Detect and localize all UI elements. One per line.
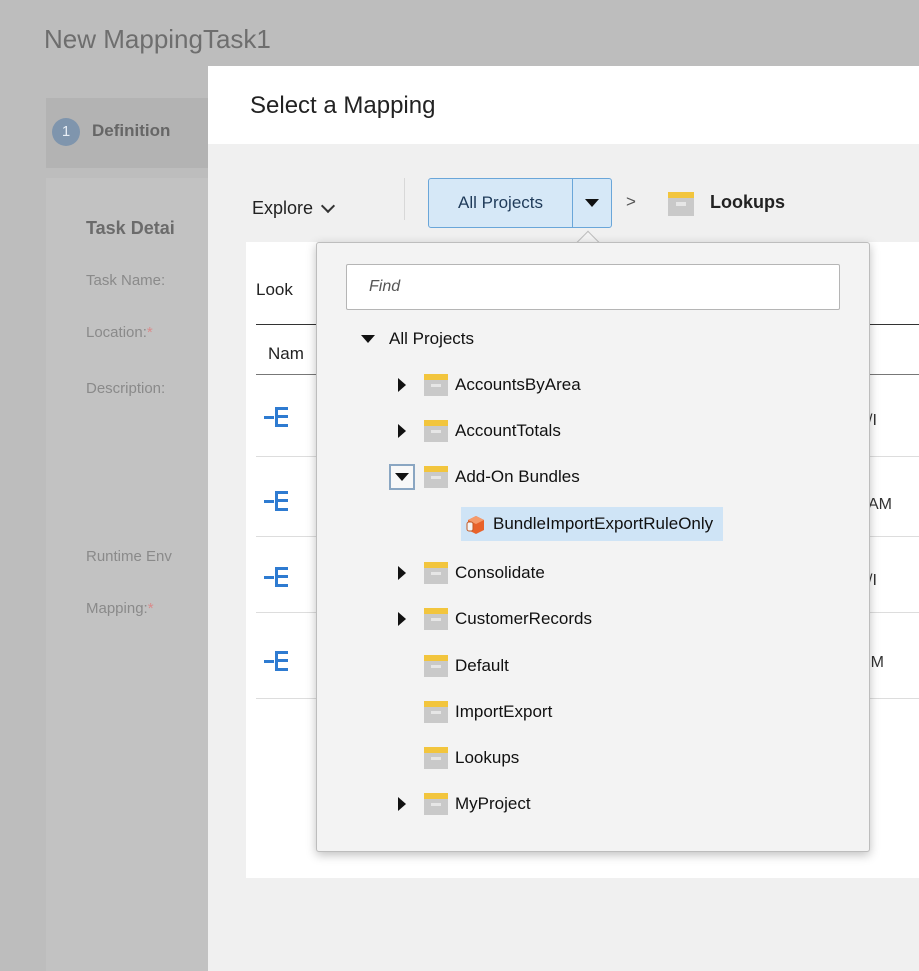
folder-icon [424,466,448,488]
tree-item-bundleimportexportruleonly[interactable]: BundleImportExportRuleOnly [461,507,724,541]
tree-item-accountsbyarea[interactable]: AccountsByArea [389,368,581,402]
mapping-icon [264,567,288,587]
tree-item-label: All Projects [389,329,475,348]
caret-right-icon [398,378,406,392]
folder-icon [424,420,448,442]
tree-item-label: Add-On Bundles [455,467,580,486]
tree-item-label: Consolidate [455,563,545,582]
caret-right-icon [398,566,406,580]
expand-toggle[interactable] [389,791,415,817]
explore-dropdown[interactable]: Explore [252,198,336,219]
tree-item-lookups[interactable]: Lookups [423,741,519,775]
location-label: Location:* [86,324,153,341]
folder-icon [424,608,448,630]
description-label: Description: [86,380,166,397]
folder-icon [424,374,448,396]
folder-icon [666,190,696,223]
project-tree-dropdown: All Projects AccountsByArea AccountTotal… [316,242,870,852]
chevron-down-icon [320,198,336,213]
tree-item-customerrecords[interactable]: CustomerRecords [389,602,592,636]
mapping-icon [264,407,288,427]
tree-item-importexport[interactable]: ImportExport [423,695,552,729]
caret-down-icon [395,473,409,481]
tree-item-label: AccountsByArea [455,375,581,394]
tree-item-myproject[interactable]: MyProject [389,787,531,821]
expand-toggle[interactable] [389,560,415,586]
project-selector-label[interactable]: All Projects [429,179,573,227]
task-details-heading: Task Detai [86,218,175,238]
step-label: Definition [92,121,171,140]
tree-item-label: Default [455,656,509,675]
caret-right-icon [398,612,406,626]
expand-toggle[interactable] [389,606,415,632]
tree-item-add-on-bundles[interactable]: Add-On Bundles [389,460,580,494]
tree-item-accounttotals[interactable]: AccountTotals [389,414,561,448]
expand-toggle[interactable] [355,326,381,352]
task-name-label: Task Name: [86,272,166,289]
caret-right-icon [398,424,406,438]
expand-toggle[interactable] [389,372,415,398]
folder-icon [424,655,448,677]
dialog-header: Select a Mapping [208,66,919,144]
project-selector-button[interactable]: All Projects [428,178,612,228]
toolbar-divider [404,178,405,220]
tree-item-label: CustomerRecords [455,609,592,628]
mapping-icon [264,491,288,511]
step-number-badge: 1 [52,118,80,146]
breadcrumb-separator: > [626,192,636,211]
expand-toggle[interactable] [389,418,415,444]
runtime-environment-label: Runtime Env [86,548,172,565]
bundle-icon [466,516,484,534]
tree-item-default[interactable]: Default [423,649,509,683]
folder-icon [424,562,448,584]
folder-icon [424,793,448,815]
tree-item-label: AccountTotals [455,421,561,440]
breadcrumb-current[interactable]: Lookups [710,192,785,213]
expand-toggle[interactable] [389,464,415,490]
caret-down-icon [585,199,599,207]
mapping-icon [264,651,288,671]
tree-item-label: BundleImportExportRuleOnly [493,514,714,533]
folder-icon [424,747,448,769]
tree-root-all-projects[interactable]: All Projects [355,322,474,356]
caret-down-icon [361,335,375,343]
explore-label: Explore [252,198,314,218]
row-modified-time: AM [868,496,892,513]
dialog-title: Select a Mapping [250,92,436,119]
tree-item-consolidate[interactable]: Consolidate [389,556,545,590]
caret-right-icon [398,797,406,811]
find-input[interactable] [346,264,840,310]
folder-heading: Look [256,280,293,299]
tree-item-label: Lookups [455,748,520,767]
name-column-header[interactable]: Nam [268,344,304,364]
page-title: New MappingTask1 [44,24,271,54]
mapping-label: Mapping:* [86,600,154,617]
task-details-panel [46,178,216,971]
tree-item-label: ImportExport [455,702,553,721]
folder-icon [424,701,448,723]
project-selector-arrow[interactable] [573,179,611,227]
tree-item-label: MyProject [455,794,531,813]
